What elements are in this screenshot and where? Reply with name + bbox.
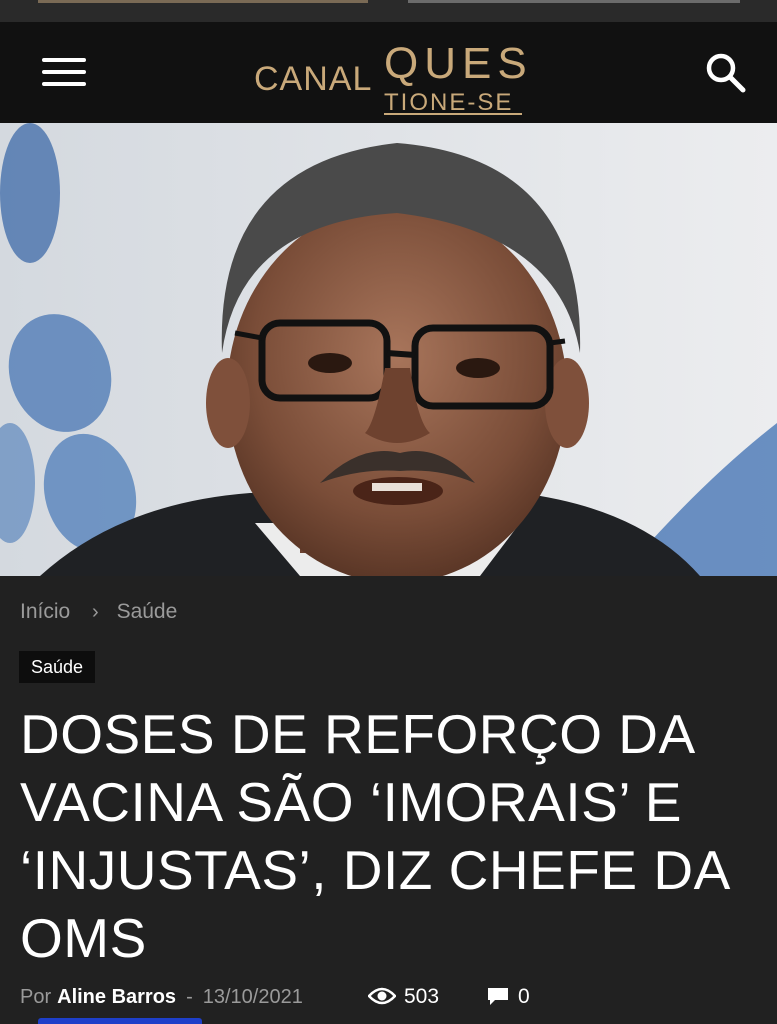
top-strip xyxy=(0,0,777,22)
top-strip-segment xyxy=(408,0,740,3)
breadcrumb-home[interactable]: Início xyxy=(20,600,70,624)
view-count-value: 503 xyxy=(404,985,440,1008)
article-meta: Por Aline Barros -13/10/2021 xyxy=(20,986,303,1009)
eye-icon xyxy=(367,987,397,1005)
menu-icon-line xyxy=(42,58,86,62)
breadcrumb: Início › Saúde xyxy=(20,600,177,624)
menu-button[interactable] xyxy=(36,52,92,92)
breadcrumb-separator: › xyxy=(92,601,99,623)
featured-image-photo xyxy=(0,123,777,576)
featured-image xyxy=(0,123,777,576)
comment-icon xyxy=(488,988,508,1005)
search-icon xyxy=(706,53,746,93)
logo-word-ques: QUES xyxy=(384,39,526,88)
logo-word-canal: CANAL xyxy=(254,60,372,98)
category-tag[interactable]: Saúde xyxy=(19,651,96,683)
article-title: DOSES DE REFORÇO DA VACINA SÃO ‘IMORAIS’… xyxy=(20,703,728,969)
site-header: CANAL QUES TIONE-SE xyxy=(0,22,777,123)
top-strip-segment xyxy=(38,0,368,3)
site-logo[interactable]: CANAL QUES TIONE-SE xyxy=(254,30,527,116)
search-button[interactable] xyxy=(701,48,751,98)
menu-icon-line xyxy=(42,82,86,86)
view-count: 503 xyxy=(367,985,440,1015)
breadcrumb-current[interactable]: Saúde xyxy=(117,600,178,624)
logo-word-tionese: TIONE-SE xyxy=(384,89,513,116)
comment-count-value: 0 xyxy=(518,985,530,1008)
publish-date: 13/10/2021 xyxy=(202,986,303,1008)
byline-label: Por xyxy=(20,986,52,1008)
logo-mark: CANAL QUES TIONE-SE xyxy=(254,39,527,116)
menu-icon-line xyxy=(42,70,86,74)
author-link[interactable]: Aline Barros xyxy=(57,986,176,1008)
comment-count[interactable]: 0 xyxy=(486,985,530,1015)
share-bar-edge[interactable] xyxy=(38,1018,202,1024)
meta-dash: - xyxy=(186,986,193,1008)
